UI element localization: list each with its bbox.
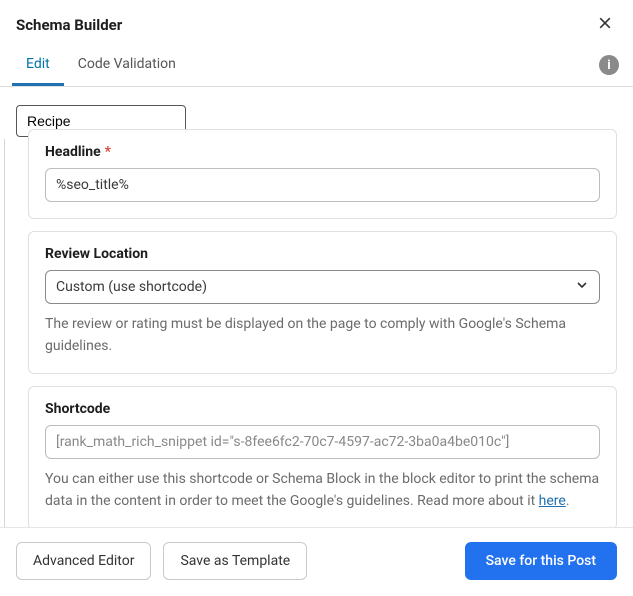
shortcode-helper-link[interactable]: here [539,493,566,509]
required-asterisk: * [105,144,111,160]
headline-card: Headline * [28,129,617,219]
review-location-helper: The review or rating must be displayed o… [45,314,600,357]
footer-bar: Advanced Editor Save as Template Save fo… [0,527,633,596]
headline-label: Headline [45,144,101,160]
save-for-this-post-button[interactable]: Save for this Post [465,542,617,580]
shortcode-label: Shortcode [45,401,110,417]
save-as-template-button[interactable]: Save as Template [163,542,307,580]
shortcode-input[interactable] [45,425,600,459]
tab-code-validation[interactable]: Code Validation [64,44,190,86]
advanced-editor-button[interactable]: Advanced Editor [16,542,151,580]
tab-edit[interactable]: Edit [12,44,64,86]
shortcode-helper-text-before: You can either use this shortcode or Sch… [45,471,599,509]
review-location-label: Review Location [45,246,148,262]
review-location-select[interactable]: Custom (use shortcode) [45,270,600,304]
tabs: Edit Code Validation i [0,44,633,87]
info-icon[interactable]: i [599,55,619,75]
shortcode-helper-text-after: . [566,493,570,509]
review-location-card: Review Location Custom (use shortcode) T… [28,231,617,374]
shortcode-card: Shortcode You can either use this shortc… [28,386,617,527]
shortcode-helper: You can either use this shortcode or Sch… [45,469,600,512]
modal-title: Schema Builder [16,16,122,34]
headline-input[interactable] [45,168,600,202]
close-icon[interactable] [597,15,617,35]
